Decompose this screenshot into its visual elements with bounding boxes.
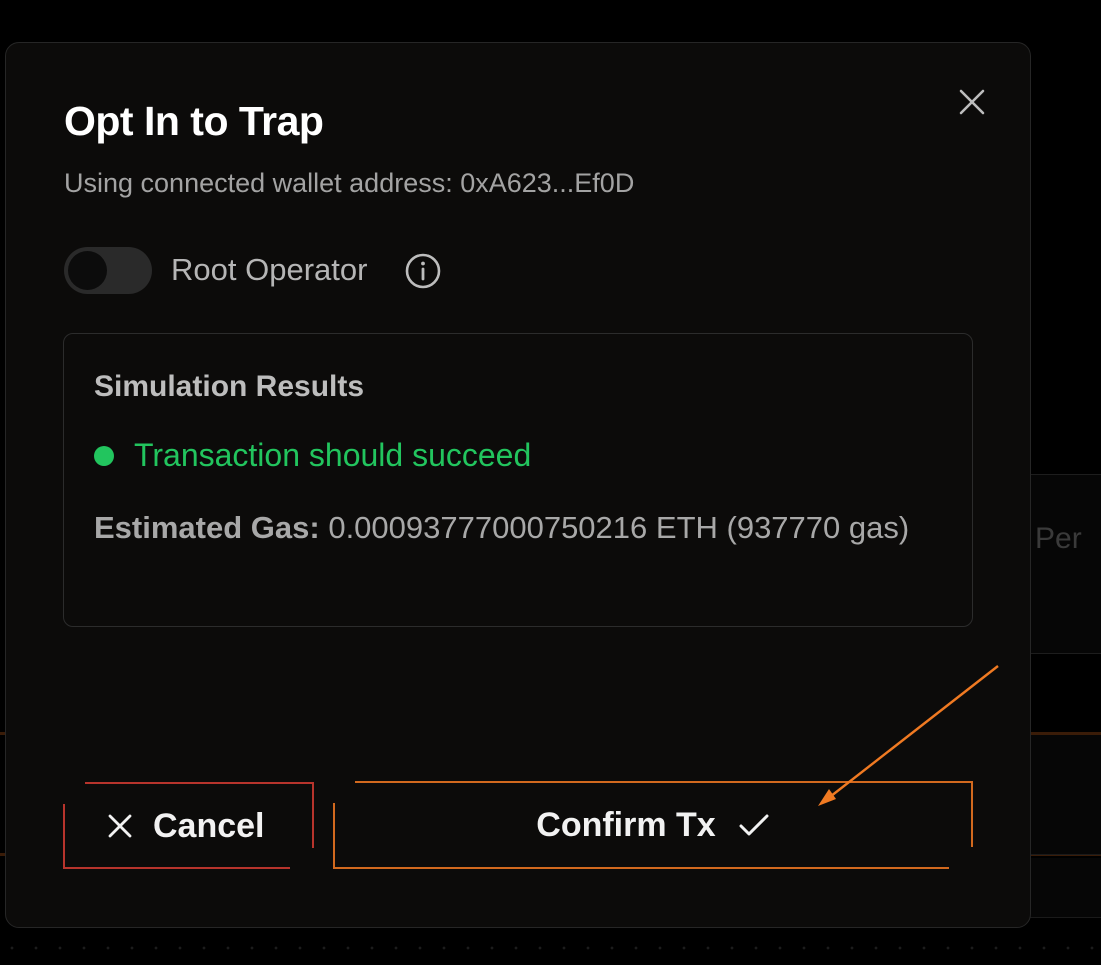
check-icon xyxy=(739,814,769,836)
button-border xyxy=(63,804,65,869)
cancel-button-label: Cancel xyxy=(153,806,265,845)
simulation-results-title: Simulation Results xyxy=(94,370,365,403)
cancel-button[interactable]: Cancel xyxy=(63,782,314,869)
confirm-button-label: Confirm Tx xyxy=(536,805,716,844)
root-operator-toggle[interactable] xyxy=(64,247,152,294)
button-border xyxy=(355,781,973,783)
close-icon xyxy=(108,814,132,838)
root-operator-label: Root Operator xyxy=(171,252,368,287)
button-border xyxy=(63,867,290,869)
button-border xyxy=(312,782,314,848)
confirm-button-content: Confirm Tx xyxy=(333,803,973,847)
button-border xyxy=(85,782,314,784)
toggle-knob xyxy=(68,251,107,290)
estimated-gas-label: Estimated Gas: xyxy=(94,510,320,545)
info-icon[interactable] xyxy=(404,252,442,290)
transaction-status-text: Transaction should succeed xyxy=(134,437,532,473)
button-border xyxy=(333,867,949,869)
cancel-button-content: Cancel xyxy=(107,804,265,848)
close-button[interactable] xyxy=(952,82,992,122)
wallet-address-text: Using connected wallet address: 0xA623..… xyxy=(64,168,635,198)
background-pattern xyxy=(0,944,1101,952)
success-status-dot xyxy=(94,446,114,466)
estimated-gas-text: Estimated Gas: 0.00093777000750216 ETH (… xyxy=(94,503,954,552)
close-icon xyxy=(959,89,985,115)
confirm-tx-button[interactable]: Confirm Tx xyxy=(333,781,973,869)
screen: n Per s Opt In to Trap Using connected w… xyxy=(0,0,1101,965)
dialog-title: Opt In to Trap xyxy=(64,98,324,144)
estimated-gas-value: 0.00093777000750216 ETH (937770 gas) xyxy=(328,510,910,545)
